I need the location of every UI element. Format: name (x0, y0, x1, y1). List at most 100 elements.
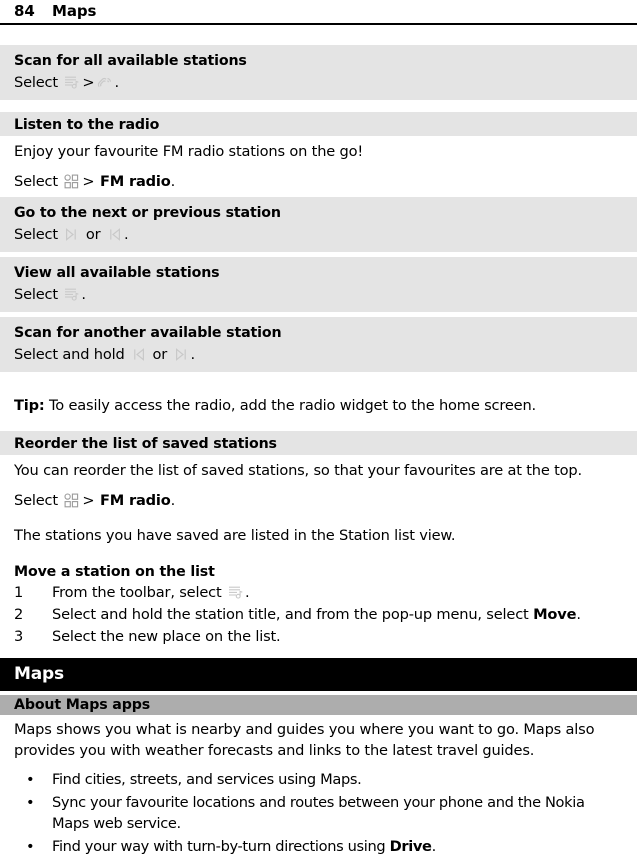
listen-radio-inner-gap (14, 163, 623, 170)
manual-page: 84 Maps Scan for all available stations … (0, 0, 637, 859)
station-list-icon[interactable] (227, 584, 244, 601)
page-running-header: 84 Maps (0, 0, 637, 23)
bullet-period: . (431, 838, 437, 855)
bullet-glyph: • (26, 794, 35, 811)
reorder-period: . (170, 492, 176, 509)
move-station-heading: Move a station on the list (14, 564, 215, 580)
step-text: Select the new place on the list. (52, 628, 281, 645)
list-item: • Find cities, streets, and services usin… (14, 769, 623, 792)
step-text: From the toolbar, select (52, 584, 222, 601)
scan-all-select-label: Select (14, 74, 58, 91)
listen-radio-period: . (170, 173, 176, 190)
listen-radio-heading: Listen to the radio (14, 117, 160, 133)
next-prev-select-label: Select (14, 226, 58, 243)
section-banner-title: About Maps apps (14, 697, 151, 713)
step-bold-term[interactable]: Move (533, 606, 576, 623)
header-spacer (0, 25, 637, 45)
next-prev-period: . (123, 226, 129, 243)
bullet-text: Find cities, streets, and services using… (52, 771, 362, 788)
tip-block: Tip: To easily access the radio, add the… (0, 394, 637, 417)
gap-before-move-station (0, 547, 637, 561)
reorder-gap-2 (14, 512, 623, 524)
reorder-gap-1 (14, 482, 623, 489)
view-all-heading: View all available stations (14, 265, 220, 281)
bullet-text: Find your way with turn-by-turn directio… (52, 838, 386, 855)
bullet-glyph: • (26, 838, 35, 855)
reorder-select-label: Select (14, 492, 58, 509)
list-item: 2 Select and hold the station title, and … (14, 604, 623, 626)
step-period: . (576, 606, 581, 623)
listen-radio-separator: > (82, 173, 95, 190)
section-view-all-stations: View all available stations Select . (0, 257, 637, 312)
move-station-steps: 1 From the toolbar, select . 2 Select and … (14, 582, 623, 648)
list-item: • Sync your favourite locations and route… (14, 792, 623, 836)
section-reorder-heading-band: Reorder the list of saved stations (0, 431, 637, 455)
scan-another-instruction: Select and hold or . (14, 343, 623, 366)
scan-stations-icon[interactable] (96, 74, 113, 91)
view-all-period: . (81, 286, 86, 303)
listen-radio-target-label[interactable]: FM radio (100, 173, 171, 190)
next-prev-conjunction: or (85, 226, 101, 243)
step-number: 1 (14, 584, 24, 601)
reorder-paragraph-2: The stations you have saved are listed i… (14, 527, 456, 544)
scan-all-separator: > (82, 74, 95, 91)
reorder-target-label[interactable]: FM radio (100, 492, 171, 509)
previous-station-icon[interactable] (106, 226, 123, 243)
section-reorder-body: You can reorder the list of saved statio… (0, 455, 637, 547)
section-listen-radio-body: Enjoy your favourite FM radio stations o… (0, 136, 637, 197)
scan-another-period: . (190, 346, 196, 363)
scan-another-conjunction: or (152, 346, 168, 363)
next-station-icon[interactable] (173, 346, 190, 363)
tip-paragraph: Tip: To easily access the radio, add the… (14, 394, 623, 417)
view-all-select-label: Select (14, 286, 58, 303)
about-maps-gap (14, 762, 623, 769)
header-chapter-title: Maps (52, 2, 97, 20)
listen-radio-select-label: Select (14, 173, 58, 190)
station-list-icon[interactable] (63, 286, 80, 303)
page-number: 84 (14, 2, 35, 20)
scan-another-heading: Scan for another available station (14, 325, 282, 341)
section-next-previous-station: Go to the next or previous station Selec… (0, 197, 637, 252)
scan-all-period: . (114, 74, 119, 91)
reorder-paragraph-1: You can reorder the list of saved statio… (14, 462, 582, 479)
chapter-title: Maps (14, 664, 64, 684)
step-number: 3 (14, 628, 24, 645)
chapter-banner-maps: Maps (0, 658, 637, 691)
next-prev-instruction: Select or . (14, 223, 623, 246)
gap-after-scan-all (0, 100, 637, 112)
bullet-bold-term[interactable]: Drive (390, 838, 432, 855)
listen-radio-intro: Enjoy your favourite FM radio stations o… (14, 143, 364, 160)
reorder-separator: > (82, 492, 95, 509)
list-item: 1 From the toolbar, select . (14, 582, 623, 604)
previous-station-icon[interactable] (130, 346, 147, 363)
step-period: . (245, 584, 250, 601)
station-list-icon[interactable] (63, 74, 80, 91)
tip-text: To easily access the radio, add the radi… (49, 397, 536, 414)
section-listen-radio-heading-band: Listen to the radio (0, 112, 637, 136)
reorder-heading: Reorder the list of saved stations (14, 436, 277, 452)
next-station-icon[interactable] (63, 226, 80, 243)
next-prev-heading: Go to the next or previous station (14, 205, 281, 221)
section-move-station: Move a station on the list 1 From the too… (0, 561, 637, 648)
list-item: • Find your way with turn-by-turn directi… (14, 836, 623, 859)
section-scan-another-station: Scan for another available station Selec… (0, 317, 637, 372)
gap-after-tip (0, 417, 637, 431)
tip-label: Tip: (14, 397, 45, 414)
bullet-text: Sync your favourite locations and routes… (52, 794, 585, 832)
app-grid-icon[interactable] (63, 492, 80, 509)
scan-another-select-label: Select and hold (14, 346, 125, 363)
about-maps-feature-list: • Find cities, streets, and services usin… (14, 769, 623, 859)
listen-radio-select-line: Select > FM radio. (14, 170, 623, 193)
section-banner-about-maps-apps: About Maps apps (0, 695, 637, 715)
app-grid-icon[interactable] (63, 173, 80, 190)
gap-before-chapter-banner (0, 648, 637, 658)
about-maps-intro: Maps shows you what is nearby and guides… (14, 721, 595, 759)
reorder-select-line: Select > FM radio. (14, 489, 623, 512)
section-scan-all-stations: Scan for all available stations Select >… (0, 45, 637, 100)
about-maps-body: Maps shows you what is nearby and guides… (0, 715, 637, 859)
bullet-glyph: • (26, 771, 35, 788)
list-item: 3 Select the new place on the list. (14, 626, 623, 648)
scan-all-heading: Scan for all available stations (14, 53, 247, 69)
view-all-instruction: Select . (14, 283, 623, 306)
scan-all-instruction: Select >. (14, 71, 623, 94)
